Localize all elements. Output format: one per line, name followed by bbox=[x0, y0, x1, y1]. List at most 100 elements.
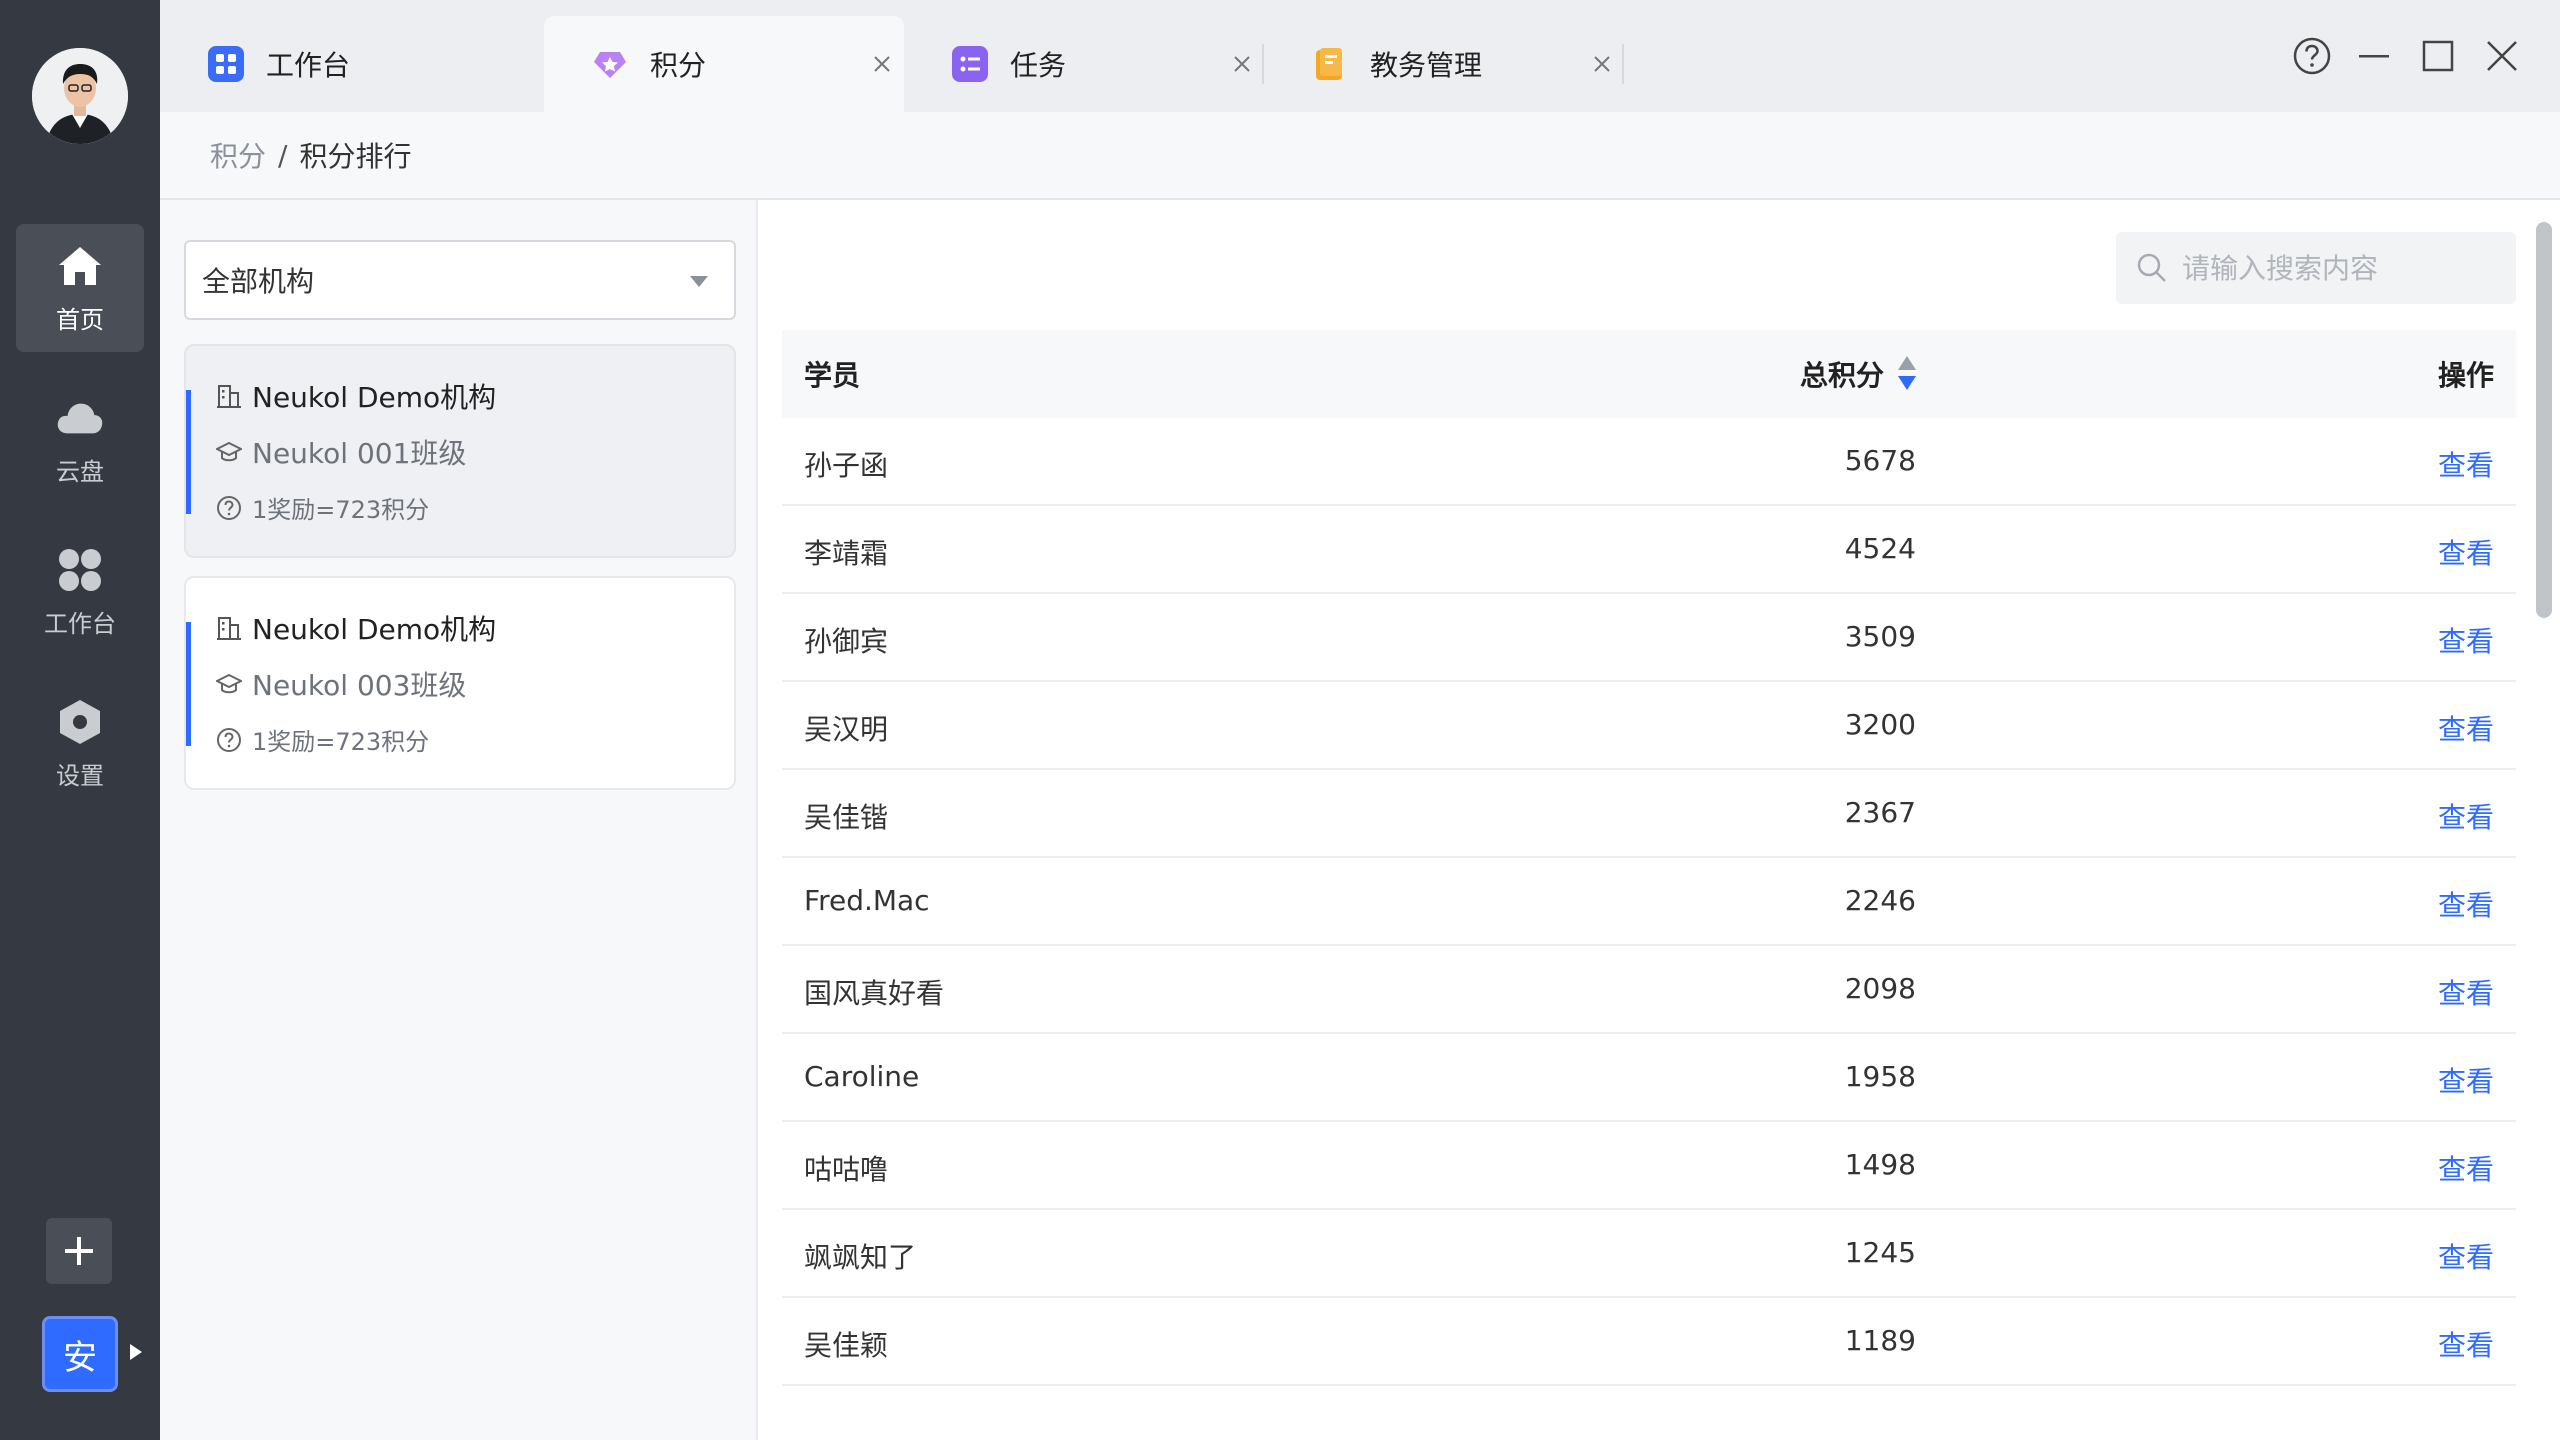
maximize-icon[interactable] bbox=[2416, 34, 2460, 78]
student-name: Fred.Mac bbox=[804, 884, 930, 917]
student-name: 孙子函 bbox=[804, 449, 889, 482]
org-select-value: 全部机构 bbox=[202, 265, 315, 298]
student-name: 飒飒知了 bbox=[804, 1241, 917, 1274]
sort-ascending-icon bbox=[1898, 356, 1916, 370]
add-button[interactable] bbox=[46, 1218, 112, 1284]
tab-tasks[interactable]: 任务 bbox=[904, 16, 1264, 112]
total-score: 2246 bbox=[1844, 884, 1916, 917]
breadcrumb-parent-link[interactable]: 积分 bbox=[210, 135, 266, 175]
view-link[interactable]: 查看 bbox=[2438, 884, 2494, 924]
graduation-cap-icon bbox=[216, 439, 242, 465]
workbench-tab-icon bbox=[208, 46, 244, 82]
organization-panel: 全部机构 Neukol Demo机构 Neukol 001班级 1奖励=723积… bbox=[160, 200, 758, 1440]
view-link[interactable]: 查看 bbox=[2438, 532, 2494, 572]
building-icon bbox=[216, 615, 242, 641]
expand-arrow-icon[interactable] bbox=[130, 1344, 142, 1360]
table-row: 国风真好看 2098 查看 bbox=[782, 946, 2516, 1034]
view-link[interactable]: 查看 bbox=[2438, 444, 2494, 484]
caret-down-icon bbox=[690, 276, 708, 287]
total-score: 3509 bbox=[1844, 620, 1916, 653]
card-org-name: Neukol Demo机构 bbox=[252, 613, 497, 646]
view-link[interactable]: 查看 bbox=[2438, 972, 2494, 1012]
total-score: 1958 bbox=[1844, 1060, 1916, 1093]
total-score: 1245 bbox=[1844, 1236, 1916, 1269]
student-name: 咕咕噜 bbox=[804, 1153, 889, 1186]
breadcrumb: 积分 / 积分排行 bbox=[160, 112, 2560, 200]
class-card[interactable]: Neukol Demo机构 Neukol 001班级 1奖励=723积分 bbox=[184, 344, 736, 558]
table-row: 吴汉明 3200 查看 bbox=[782, 682, 2516, 770]
table-row: 吴佳颖 1189 查看 bbox=[782, 1298, 2516, 1386]
student-name: 吴佳颖 bbox=[804, 1329, 889, 1362]
points-tab-icon bbox=[592, 46, 628, 82]
avatar[interactable] bbox=[32, 48, 128, 144]
home-icon bbox=[56, 242, 104, 290]
total-score: 5678 bbox=[1844, 444, 1916, 477]
view-link[interactable]: 查看 bbox=[2438, 796, 2494, 836]
tab-label: 工作台 bbox=[266, 49, 351, 82]
table-row: 孙御宾 3509 查看 bbox=[782, 594, 2516, 682]
table-row: 李靖霜 4524 查看 bbox=[782, 506, 2516, 594]
breadcrumb-current: 积分排行 bbox=[299, 140, 412, 173]
close-window-icon[interactable] bbox=[2480, 34, 2524, 78]
tab-divider bbox=[1622, 44, 1624, 84]
card-points-rule: 1奖励=723积分 bbox=[252, 728, 430, 756]
tab-workbench[interactable]: 工作台 bbox=[160, 16, 520, 112]
sidebar-item-settings[interactable]: 设置 bbox=[16, 680, 144, 808]
minimize-icon[interactable] bbox=[2352, 34, 2396, 78]
left-rail: 首页 云盘 工作台 设置 安 bbox=[0, 0, 160, 1440]
total-score: 1498 bbox=[1844, 1148, 1916, 1181]
student-name: Caroline bbox=[804, 1060, 920, 1093]
sidebar-item-home[interactable]: 首页 bbox=[16, 224, 144, 352]
view-link[interactable]: 查看 bbox=[2438, 1060, 2494, 1100]
table-header: 学员 总积分 操作 bbox=[782, 330, 2516, 418]
student-name: 孙御宾 bbox=[804, 625, 889, 658]
tab-label: 任务 bbox=[1010, 49, 1067, 82]
sidebar-item-label: 首页 bbox=[56, 305, 104, 334]
tab-points[interactable]: 积分 bbox=[544, 16, 904, 112]
search-icon bbox=[2137, 253, 2166, 282]
class-card[interactable]: Neukol Demo机构 Neukol 003班级 1奖励=723积分 bbox=[184, 576, 736, 790]
view-link[interactable]: 查看 bbox=[2438, 1236, 2494, 1276]
scrollbar-thumb[interactable] bbox=[2536, 222, 2552, 618]
table-row: Caroline 1958 查看 bbox=[782, 1034, 2516, 1122]
sidebar-item-workbench[interactable]: 工作台 bbox=[16, 528, 144, 656]
org-select[interactable]: 全部机构 bbox=[184, 240, 736, 320]
total-score: 4524 bbox=[1844, 532, 1916, 565]
card-points-rule: 1奖励=723积分 bbox=[252, 496, 430, 524]
settings-icon bbox=[56, 698, 104, 746]
tasks-tab-icon bbox=[952, 46, 988, 82]
column-header-score[interactable]: 总积分 bbox=[1800, 354, 1916, 394]
view-link[interactable]: 查看 bbox=[2438, 708, 2494, 748]
view-link[interactable]: 查看 bbox=[2438, 1324, 2494, 1364]
sort-descending-icon bbox=[1898, 376, 1916, 390]
column-header-action: 操作 bbox=[2437, 359, 2494, 392]
search-input[interactable] bbox=[2182, 251, 2502, 285]
user-switch-button[interactable]: 安 bbox=[42, 1316, 118, 1392]
search-box[interactable] bbox=[2116, 232, 2516, 304]
sidebar-item-label: 云盘 bbox=[56, 457, 104, 486]
question-circle-icon bbox=[216, 727, 242, 753]
apps-icon bbox=[56, 546, 104, 594]
close-icon[interactable] bbox=[1588, 50, 1616, 78]
close-icon[interactable] bbox=[1228, 50, 1256, 78]
table-body: 孙子函 5678 查看 李靖霜 4524 查看 孙御宾 3509 查看 吴汉明 3200 查看 吴佳锴 2… bbox=[782, 418, 2516, 1386]
total-score: 2098 bbox=[1844, 972, 1916, 1005]
tab-label: 积分 bbox=[650, 49, 707, 82]
close-icon[interactable] bbox=[868, 50, 896, 78]
question-circle-icon bbox=[216, 495, 242, 521]
student-name: 李靖霜 bbox=[804, 537, 889, 570]
table-row: 飒飒知了 1245 查看 bbox=[782, 1210, 2516, 1298]
sidebar-item-cloud[interactable]: 云盘 bbox=[16, 376, 144, 504]
view-link[interactable]: 查看 bbox=[2438, 1148, 2494, 1188]
sort-icon[interactable] bbox=[1898, 354, 1916, 394]
tab-academic[interactable]: 教务管理 bbox=[1264, 16, 1624, 112]
table-row: 孙子函 5678 查看 bbox=[782, 418, 2516, 506]
table-row: 吴佳锴 2367 查看 bbox=[782, 770, 2516, 858]
help-icon[interactable] bbox=[2290, 34, 2334, 78]
table-row: Fred.Mac 2246 查看 bbox=[782, 858, 2516, 946]
card-accent-bar bbox=[186, 622, 191, 746]
building-icon bbox=[216, 383, 242, 409]
total-score: 1189 bbox=[1844, 1324, 1916, 1357]
total-score: 3200 bbox=[1844, 708, 1916, 741]
view-link[interactable]: 查看 bbox=[2438, 620, 2494, 660]
